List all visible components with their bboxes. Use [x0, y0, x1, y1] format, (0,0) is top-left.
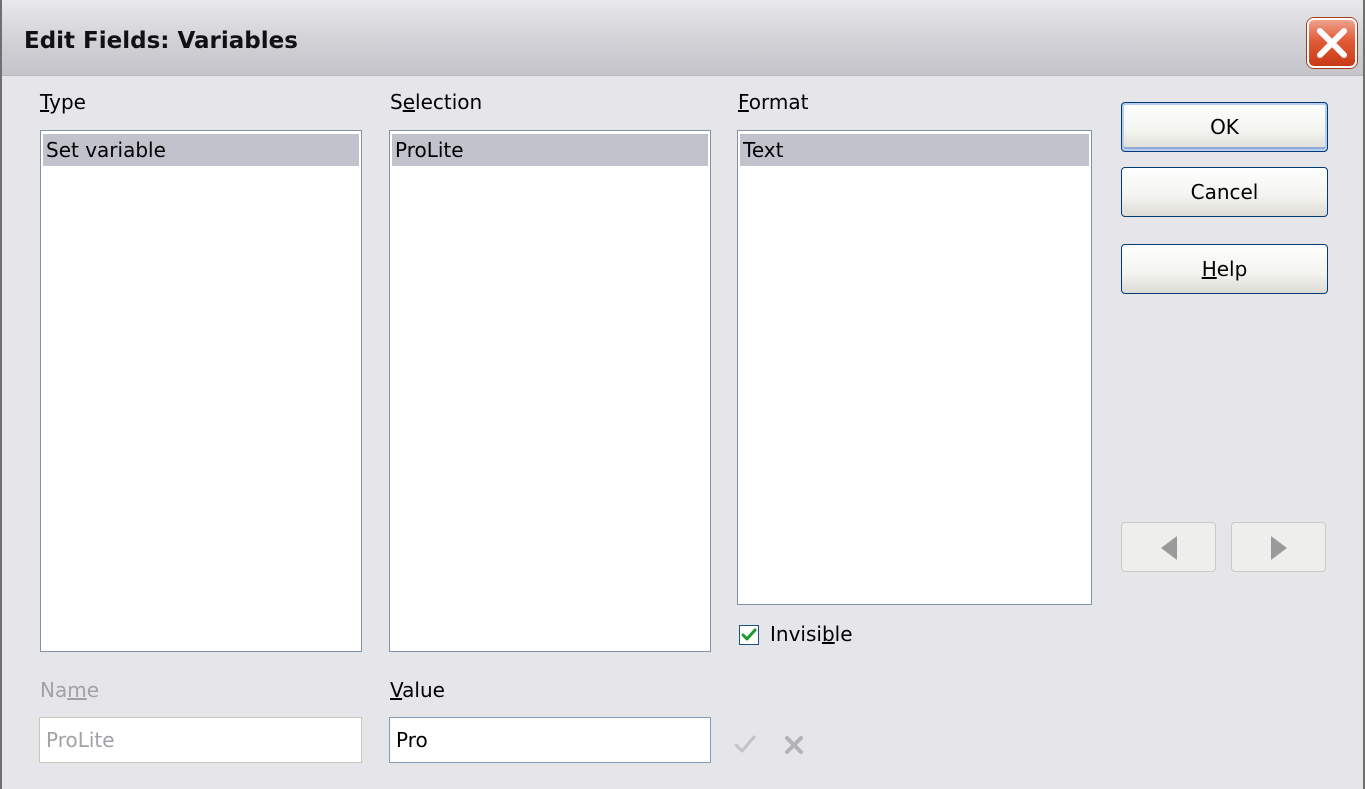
- value-input[interactable]: Pro: [389, 717, 711, 763]
- window-title: Edit Fields: Variables: [24, 28, 298, 54]
- invisible-checkbox[interactable]: [739, 625, 759, 645]
- next-button[interactable]: [1231, 522, 1326, 572]
- format-list-item-selected[interactable]: Text: [740, 134, 1089, 166]
- selection-listbox[interactable]: ProLite: [389, 130, 711, 652]
- invisible-label[interactable]: Invisible: [770, 622, 853, 646]
- type-label: Type: [40, 90, 86, 114]
- apply-checkmark-icon[interactable]: [733, 733, 757, 755]
- edit-fields-dialog: Edit Fields: Variables Type Set variable…: [0, 0, 1365, 789]
- type-label-mnemonic: T: [40, 90, 50, 114]
- checkmark-icon: [741, 628, 757, 641]
- previous-button[interactable]: [1121, 522, 1216, 572]
- type-label-rest: ype: [49, 90, 86, 114]
- right-arrow-icon: [1271, 536, 1287, 560]
- close-button[interactable]: [1307, 18, 1357, 68]
- left-arrow-icon: [1161, 536, 1177, 560]
- help-button[interactable]: Help: [1121, 244, 1328, 294]
- title-bar[interactable]: Edit Fields: Variables: [2, 0, 1363, 76]
- cancel-button[interactable]: Cancel: [1121, 167, 1328, 217]
- selection-list-item-selected[interactable]: ProLite: [392, 134, 708, 166]
- close-icon: [1317, 28, 1347, 58]
- type-listbox[interactable]: Set variable: [40, 130, 362, 652]
- name-input[interactable]: ProLite: [39, 717, 362, 763]
- ok-button[interactable]: OK: [1121, 102, 1328, 152]
- format-listbox[interactable]: Text: [737, 130, 1092, 605]
- value-label: Value: [390, 678, 445, 702]
- name-label: Name: [40, 678, 100, 702]
- selection-label: Selection: [390, 90, 483, 114]
- delete-x-icon[interactable]: [783, 734, 805, 756]
- format-label: Format: [738, 90, 809, 114]
- type-list-item-selected[interactable]: Set variable: [43, 134, 359, 166]
